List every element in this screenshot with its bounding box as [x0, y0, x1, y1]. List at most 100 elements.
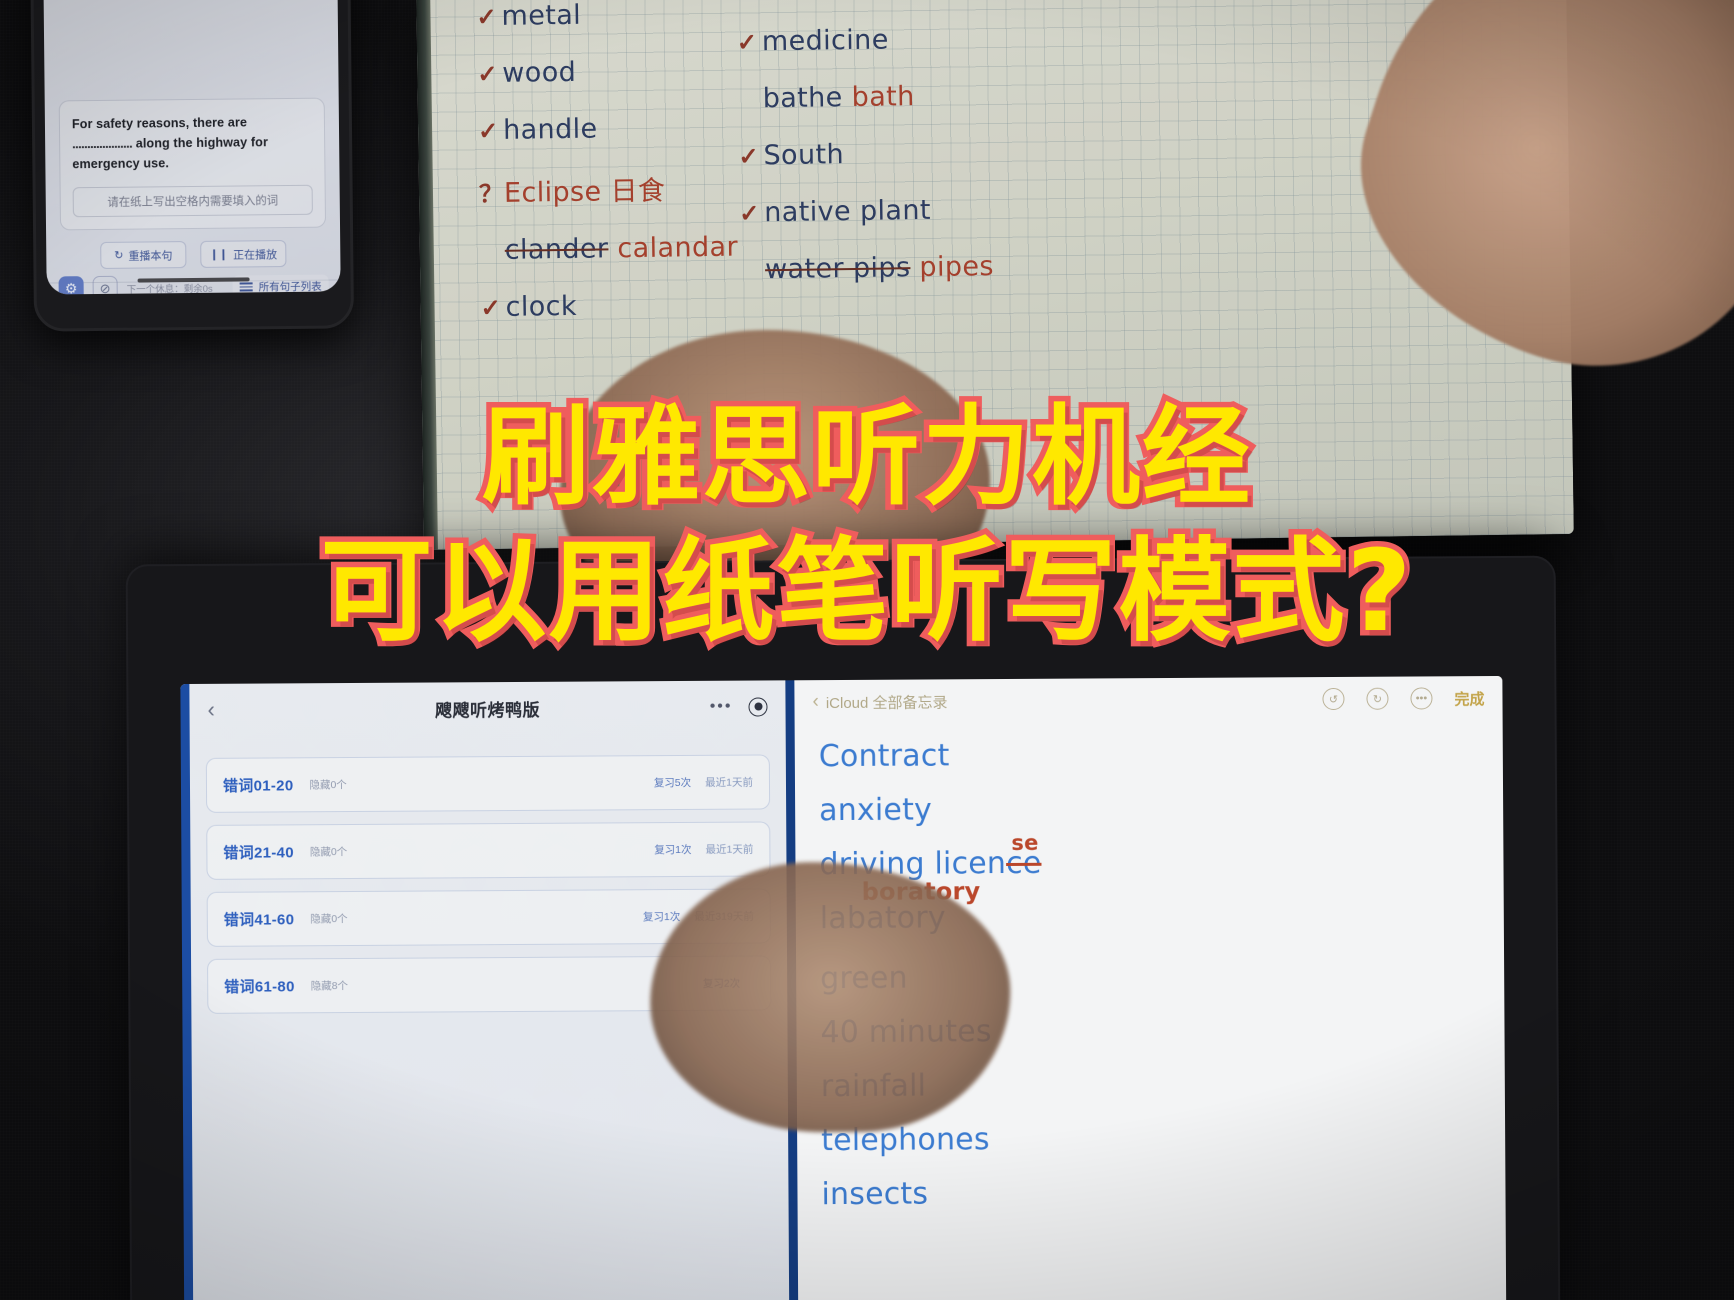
handwritten-correction: calandar: [617, 231, 739, 265]
handwritten-correction: bath: [851, 81, 915, 113]
replay-icon: ↻: [114, 249, 124, 262]
row-title: 错词61-80: [224, 978, 295, 996]
app-title: 飕飕听烤鸭版: [434, 700, 541, 720]
handwritten-word: clander: [504, 233, 609, 266]
done-button[interactable]: 完成: [1454, 688, 1484, 709]
row-review-count: 复习5次: [653, 776, 692, 790]
handwritten-word: water pips: [764, 252, 911, 286]
notebook-entry: ✓ wood: [477, 57, 736, 90]
check-icon: ✓: [476, 3, 497, 32]
play-state-label: 正在播放: [232, 248, 278, 262]
app-navbar: ‹ 飕飕听烤鸭版 •••: [189, 680, 785, 736]
phone-device: For safety reasons, there are ..........…: [29, 0, 355, 332]
more-dots-icon[interactable]: •••: [710, 698, 733, 716]
phone-screen: For safety reasons, there are ..........…: [43, 0, 341, 295]
row-hidden-count: 隐藏0个: [309, 846, 348, 859]
check-icon: ✓: [480, 237, 496, 266]
handwritten-word: Eclipse: [503, 176, 602, 209]
answer-input[interactable]: 请在纸上写出空格内需要填入的词: [72, 184, 313, 217]
check-icon: ✓: [477, 60, 498, 89]
check-icon: ✓: [738, 85, 754, 114]
question-part-1: For safety reasons, there are: [71, 115, 248, 132]
handwritten-note: 日食: [610, 175, 666, 208]
notebook-entry: ？ Eclipse 日食: [479, 171, 738, 210]
check-icon: ✓: [738, 143, 759, 171]
answer-placeholder: 请在纸上写出空格内需要填入的词: [107, 194, 279, 209]
table-row[interactable]: 错词21-40 隐藏0个 复习1次 最近1天前: [206, 821, 771, 880]
row-meta-group: 复习5次 最近1天前: [654, 775, 753, 791]
notebook-entry: ✓ South: [738, 137, 1130, 171]
handwritten-word: medicine: [761, 24, 889, 58]
no-sound-glyph: ⊘: [99, 280, 111, 295]
handwritten-word: handle: [502, 113, 598, 146]
row-title: 错词01-20: [222, 777, 294, 795]
notebook-entry: ✓ handle: [478, 114, 737, 147]
row-hidden-count: 隐藏0个: [310, 913, 348, 926]
notebook-entry: ✓ bathe bath: [738, 80, 1130, 114]
handwritten-word: wood: [502, 56, 577, 89]
redo-icon[interactable]: ↻: [1366, 687, 1389, 710]
note-line: telephones: [821, 1122, 990, 1159]
handwritten-correction: pipes: [919, 251, 995, 284]
handwritten-word: clock: [505, 290, 578, 323]
replay-label: 重播本句: [128, 249, 173, 263]
question-part-3: emergency use.: [72, 156, 170, 172]
record-icon[interactable]: [748, 696, 768, 717]
row-hidden-count: 隐藏8个: [310, 980, 349, 993]
pause-icon: ❙❙: [209, 248, 229, 261]
notebook-entry: ✓ medicine: [737, 23, 1129, 57]
notebook-right-column: ✓ chuing? chewing gum 口香糖 ✓ medicine ✓ b…: [736, 0, 1133, 314]
handwritten-word: native plant: [764, 194, 932, 229]
notes-back-label: iCloud 全部备忘录: [825, 693, 948, 712]
play-pause-button[interactable]: ❙❙ 正在播放: [200, 240, 287, 268]
no-sound-icon[interactable]: ⊘: [92, 275, 118, 295]
check-icon: ✓: [477, 117, 499, 146]
screenshot-stage: For safety reasons, there are ..........…: [0, 0, 1734, 1300]
note-line: insects: [821, 1176, 929, 1213]
list-icon: [239, 282, 253, 292]
notebook-entry: ✓ native plant: [739, 194, 1131, 228]
note-line: Contract: [818, 738, 950, 775]
question-blank: ....................: [72, 136, 133, 152]
notes-toolbar: ‹ iCloud 全部备忘录 ↺ ↻ ••• 完成: [794, 676, 1502, 724]
check-icon: ✓: [740, 256, 756, 285]
playback-button-row: ↻ 重播本句 ❙❙ 正在播放: [60, 240, 326, 270]
notebook-entry: ✓ metal: [476, 0, 735, 32]
check-icon: ✓: [736, 29, 758, 57]
check-icon: ✓: [480, 294, 501, 323]
question-part-2: along the highway for: [135, 135, 269, 151]
chevron-left-icon: ‹: [812, 691, 819, 713]
undo-icon[interactable]: ↺: [1322, 687, 1345, 711]
notebook-left-column: ✓ metal ✓ wood ✓ handle ？ Eclipse 日食 ✓ c…: [476, 0, 739, 351]
gear-glyph: ⚙: [64, 280, 78, 295]
tablet-device: ‹ 飕飕听烤鸭版 ••• 错词01-20 隐藏0个 复习5次 最近1天前 错词2…: [125, 555, 1561, 1300]
navbar-actions: •••: [710, 696, 768, 717]
row-review-count: 复习1次: [642, 910, 681, 924]
back-icon[interactable]: ‹: [207, 697, 233, 723]
phone-bottom-toolbar: ⚙ ⊘ 下一个休息：剩余0s 所有句子列表: [47, 274, 341, 295]
hand-over-tablet: [649, 860, 1012, 1134]
more-circle-icon[interactable]: •••: [1410, 687, 1433, 710]
handwritten-word: metal: [501, 0, 582, 32]
notebook-entry: ✓ clander calandar: [480, 231, 739, 267]
row-title: 错词41-60: [223, 911, 295, 929]
gear-icon[interactable]: ⚙: [58, 276, 84, 295]
row-hidden-count: 隐藏0个: [309, 779, 347, 792]
row-recent: 最近1天前: [705, 776, 754, 789]
note-line: driving licence se: [819, 831, 1503, 882]
note-superscript-correction: se: [1011, 830, 1039, 855]
row-meta-group: 复习1次 最近1天前: [654, 842, 753, 858]
all-sentences-label: 所有句子列表: [258, 280, 322, 294]
table-row[interactable]: 错词01-20 隐藏0个 复习5次 最近1天前: [205, 754, 771, 813]
replay-sentence-button[interactable]: ↻ 重播本句: [100, 241, 187, 269]
notes-back-button[interactable]: ‹ iCloud 全部备忘录: [812, 690, 947, 713]
notebook-entry: ✓ clock: [480, 291, 739, 324]
row-recent: 最近1天前: [705, 843, 754, 856]
check-icon: ✓: [736, 0, 752, 1]
notebook-entry: ✓ chuing? chewing gum 口香糖: [736, 0, 1128, 1]
row-title: 错词21-40: [223, 844, 294, 862]
notes-action-group: ↺ ↻ ••• 完成: [1322, 687, 1485, 711]
note-line: anxiety: [819, 792, 933, 829]
dictation-question-card: For safety reasons, there are ..........…: [58, 97, 327, 231]
question-text: For safety reasons, there are ..........…: [72, 113, 313, 175]
